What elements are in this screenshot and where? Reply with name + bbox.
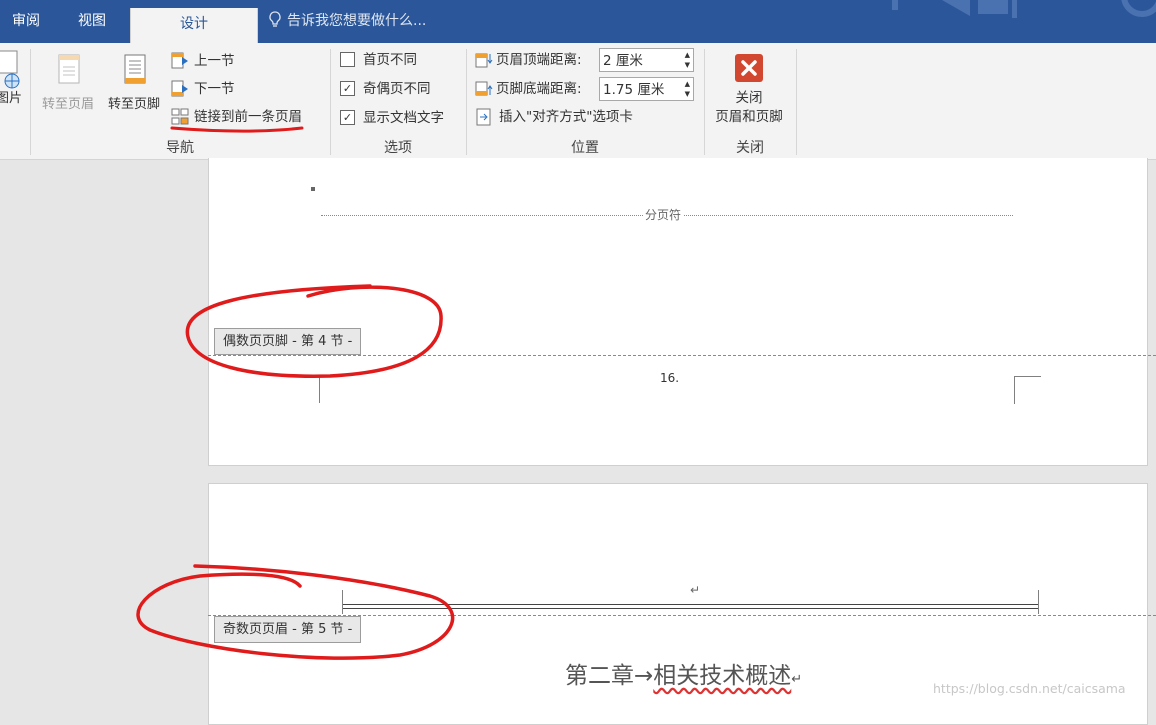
margin-corner-right-5 <box>1038 590 1039 614</box>
goto-header-button[interactable]: 转至页眉 <box>36 51 100 112</box>
prev-section-icon <box>171 52 188 69</box>
close-label-line1: 关闭 <box>735 90 763 106</box>
margin-corner-left <box>294 377 320 403</box>
prev-section-button[interactable]: 上一节 <box>171 50 235 72</box>
odd-even-checkbox-box[interactable]: ✓ <box>340 80 355 96</box>
spinner-arrows-icon[interactable]: ▲ ▼ <box>685 79 690 99</box>
close-icon <box>735 54 763 82</box>
options-group-label: 选项 <box>384 140 412 156</box>
goto-header-label: 转至页眉 <box>41 97 94 112</box>
close-group-label: 关闭 <box>736 140 764 156</box>
tell-me-box[interactable]: 告诉我您想要做什么... <box>268 0 426 43</box>
header-top-spinner[interactable]: 2 厘米 ▲ ▼ <box>599 48 694 72</box>
close-header-footer-button[interactable]: 关闭 页眉和页脚 <box>705 53 793 127</box>
document-page-4 <box>208 158 1148 466</box>
chapter-number: 第二章→ <box>565 663 654 689</box>
ribbon-design: 图片 转至页眉 转至页脚 上一节 下一节 链接到前一条页眉 导航 首页不同 ✓ … <box>0 43 1156 160</box>
alignment-tab-icon <box>476 108 491 126</box>
tab-design[interactable]: 设计 <box>130 8 258 43</box>
picture-label: 图片 <box>0 91 22 106</box>
odd-header-tag: 奇数页页眉 - 第 5 节 - <box>214 616 362 643</box>
footer-bottom-label: 页脚底端距离: <box>496 81 582 97</box>
close-label-line2: 页眉和页脚 <box>715 109 783 125</box>
goto-footer-label: 转至页脚 <box>107 97 160 112</box>
first-page-label: 首页不同 <box>363 52 417 68</box>
group-separator <box>796 49 797 155</box>
next-section-button[interactable]: 下一节 <box>171 78 235 100</box>
prev-section-label: 上一节 <box>194 53 235 69</box>
even-footer-tag: 偶数页页脚 - 第 4 节 - <box>214 328 362 355</box>
nav-group-label: 导航 <box>166 140 194 156</box>
footer-bottom-distance: 页脚底端距离: <box>475 78 582 100</box>
next-section-icon <box>171 80 188 97</box>
header-position-icon <box>475 53 493 68</box>
picture-button[interactable]: 图片 <box>0 49 26 106</box>
position-group-label: 位置 <box>571 140 599 156</box>
first-page-different-checkbox[interactable]: 首页不同 <box>340 49 417 71</box>
header-top-distance: 页眉顶端距离: <box>475 49 582 71</box>
footer-boundary-line <box>208 355 1156 356</box>
link-to-previous-label: 链接到前一条页眉 <box>194 109 302 125</box>
show-text-label: 显示文档文字 <box>363 110 444 126</box>
goto-footer-icon <box>124 54 146 84</box>
footer-bottom-spinner[interactable]: 1.75 厘米 ▲ ▼ <box>599 77 694 101</box>
insert-alignment-tab-button[interactable]: 插入"对齐方式"选项卡 <box>476 106 633 128</box>
first-page-checkbox-box[interactable] <box>340 51 355 67</box>
odd-even-different-checkbox[interactable]: ✓ 奇偶页不同 <box>340 78 431 100</box>
goto-footer-button[interactable]: 转至页脚 <box>102 51 166 112</box>
header-paragraph-mark: ↵ <box>690 583 701 597</box>
chapter-heading[interactable]: 第二章→相关技术概述↵ <box>565 656 802 690</box>
margin-corner-left-top <box>294 376 320 377</box>
link-to-previous-button[interactable]: 链接到前一条页眉 <box>171 106 302 128</box>
watermark-text: https://blog.csdn.net/caicsama <box>933 681 1126 696</box>
header-top-label: 页眉顶端距离: <box>496 52 582 68</box>
tab-view[interactable]: 视图 <box>74 0 110 43</box>
odd-even-label: 奇偶页不同 <box>363 81 431 97</box>
next-section-label: 下一节 <box>194 81 235 97</box>
ribbon-tab-bar: 审阅 视图 设计 告诉我您想要做什么... <box>0 0 1156 43</box>
chapter-paragraph-mark: ↵ <box>791 672 803 687</box>
picture-icon <box>0 50 20 89</box>
page-break-label: 分页符 <box>643 206 684 223</box>
lightbulb-icon <box>269 11 281 27</box>
page-number[interactable]: 16. <box>660 371 679 385</box>
paragraph-dot <box>311 187 315 191</box>
margin-corner-left-5 <box>342 590 343 614</box>
chapter-title-text: 相关技术概述 <box>653 663 792 689</box>
header-top-value: 2 厘米 <box>603 53 643 69</box>
goto-header-icon <box>58 54 80 84</box>
spinner-arrows-icon[interactable]: ▲ ▼ <box>685 50 690 70</box>
tell-me-text: 告诉我您想要做什么... <box>287 13 427 29</box>
margin-corner-right <box>1014 376 1041 404</box>
insert-alignment-tab-label: 插入"对齐方式"选项卡 <box>499 109 633 125</box>
tab-review[interactable]: 审阅 <box>8 0 44 43</box>
title-decoration-icon <box>892 0 1156 18</box>
link-previous-icon <box>171 108 189 125</box>
footer-position-icon <box>475 81 493 96</box>
show-text-checkbox-box[interactable]: ✓ <box>340 109 355 125</box>
show-document-text-checkbox[interactable]: ✓ 显示文档文字 <box>340 107 444 129</box>
footer-bottom-value: 1.75 厘米 <box>603 82 665 98</box>
header-double-rule <box>342 604 1038 609</box>
